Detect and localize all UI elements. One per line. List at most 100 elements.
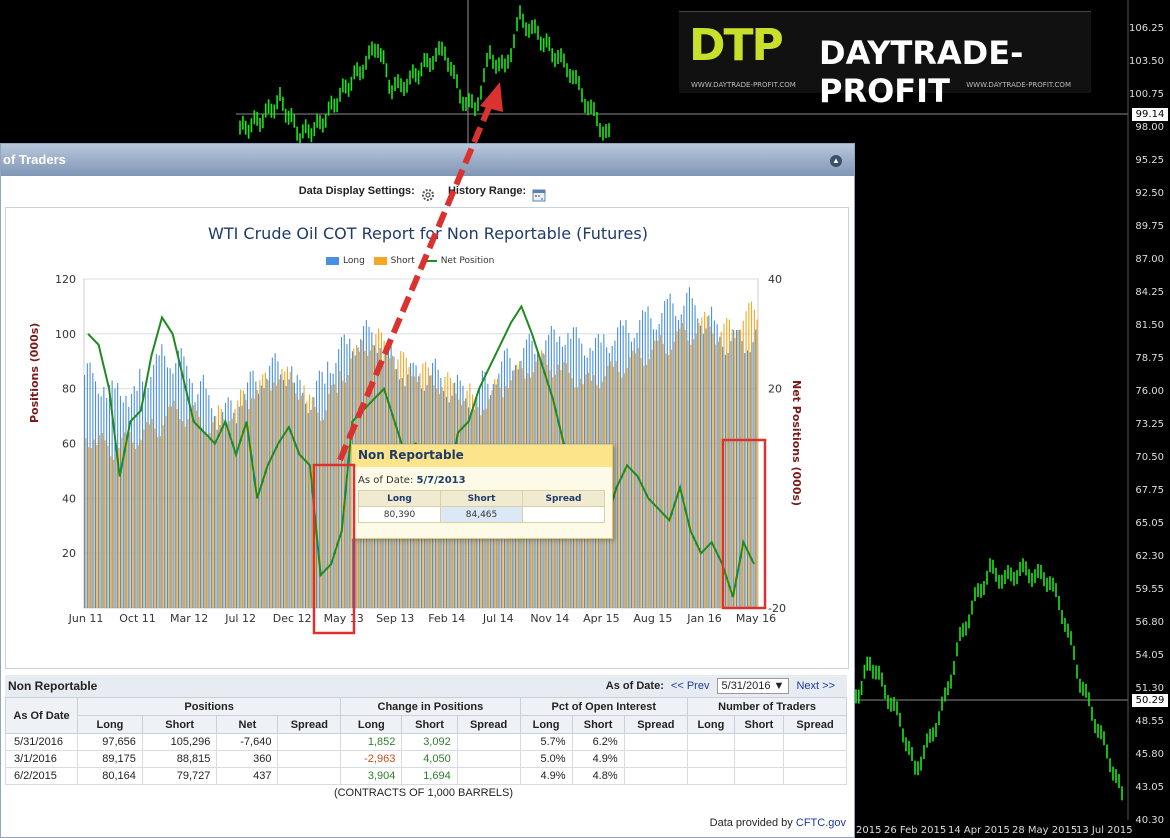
price-axis-label: 56.80 <box>1135 617 1164 628</box>
bar-short <box>146 422 148 608</box>
cot-plot: 20406080100120-202040Jun 11 Oct 11 Mar 12 J… <box>55 273 786 625</box>
tooltip-col-short: Short <box>440 490 523 507</box>
bar-long <box>708 315 710 608</box>
price-axis-label: 103.50 <box>1129 56 1164 67</box>
bar-long <box>661 313 663 608</box>
logo-url-left: WWW.DAYTRADE-PROFIT.COM <box>691 81 796 89</box>
bar-short <box>745 311 747 608</box>
bar-short <box>275 385 277 608</box>
bar-short <box>328 393 330 608</box>
bar-long <box>142 381 144 608</box>
next-link[interactable]: Next >> <box>796 680 835 692</box>
col-tr-short: Short <box>733 715 785 734</box>
price-tag: 50.29 <box>1132 694 1168 707</box>
bar-short <box>132 442 134 608</box>
bar-short <box>659 335 661 608</box>
bar-long <box>636 332 638 608</box>
bar-short <box>267 380 269 608</box>
tooltip-title: Non Reportable <box>352 445 612 467</box>
date-select[interactable]: 5/31/2016 ▼ <box>716 678 790 694</box>
bar-short <box>728 319 730 608</box>
price-candles-lower <box>855 558 1123 801</box>
bar-long <box>271 357 273 608</box>
bar-long <box>161 344 163 608</box>
bar-short <box>662 343 664 608</box>
settings-label: Data Display Settings: <box>298 185 415 197</box>
bar-long <box>200 381 202 608</box>
y-tick-label: 40 <box>62 492 76 505</box>
bar-short <box>115 453 117 608</box>
bar-long <box>324 383 326 608</box>
bar-short <box>126 437 128 608</box>
bar-short <box>270 390 272 608</box>
provided-source-link[interactable]: CFTC.gov <box>796 817 846 829</box>
gear-icon[interactable] <box>421 184 435 202</box>
bar-long <box>702 333 704 608</box>
calendar-icon[interactable] <box>532 184 546 202</box>
cell-ch-long: -2,963 <box>340 750 403 768</box>
y-right-tick-label: 20 <box>768 383 782 396</box>
date-select-value: 5/31/2016 <box>721 680 771 692</box>
bar-long <box>260 385 262 608</box>
bar-short <box>673 341 675 608</box>
prev-link[interactable]: << Prev <box>671 680 710 692</box>
col-pos-long: Long <box>77 715 143 734</box>
bar-long <box>194 402 196 608</box>
date-axis-label: 13 Jul 2015 <box>1076 825 1133 836</box>
bar-long <box>128 407 130 608</box>
bar-long <box>335 362 337 608</box>
bar-short <box>201 427 203 608</box>
provided-label: Data provided by <box>709 817 793 829</box>
tooltip-date-label: As of Date: <box>358 475 414 486</box>
x-tick-label: Jan 16 <box>686 612 721 625</box>
bar-short <box>182 421 184 608</box>
cell-tr-spread <box>783 767 847 785</box>
cell-pct-long: 5.0% <box>519 750 573 768</box>
price-axis-label: 100.75 <box>1129 89 1164 100</box>
bar-long <box>744 353 746 608</box>
bar-long <box>224 402 226 608</box>
bar-short <box>278 379 280 608</box>
bar-long <box>175 363 177 608</box>
cell-tr-long <box>687 733 735 751</box>
bar-long <box>644 311 646 608</box>
bar-short <box>107 445 109 608</box>
bar-long <box>269 365 271 608</box>
bar-long <box>316 380 318 608</box>
table-row: 5/31/2016 97,656 105,296 -7,640 1,852 3,092 5.… <box>5 733 847 751</box>
bar-short <box>665 353 667 608</box>
bar-short <box>165 416 167 608</box>
tooltip-short-value: 84,465 <box>440 506 523 523</box>
x-tick-label: Jul 12 <box>224 612 256 625</box>
bar-short <box>306 401 308 608</box>
bar-long <box>666 299 668 608</box>
collapse-icon[interactable]: ▲ <box>830 155 842 167</box>
cell-spread <box>277 750 342 768</box>
y-tick-label: 60 <box>62 438 76 451</box>
bar-long <box>639 320 641 608</box>
cell-pct-short: 6.2% <box>571 733 625 751</box>
bar-long <box>119 396 121 608</box>
bar-long <box>202 375 204 608</box>
bar-short <box>212 422 214 608</box>
bar-short <box>623 373 625 608</box>
bar-long <box>285 385 287 608</box>
bar-long <box>125 396 127 608</box>
x-tick-label: May 16 <box>736 612 776 625</box>
bar-short <box>712 333 714 608</box>
bar-short <box>187 419 189 608</box>
date-axis-label: 28 May 2015 <box>1012 825 1078 836</box>
price-axis-label: 40.30 <box>1135 815 1164 826</box>
bar-long <box>716 324 718 608</box>
y-tick-label: 80 <box>62 383 76 396</box>
table-title: Non Reportable <box>8 679 98 693</box>
bar-long <box>122 402 124 608</box>
tooltip-date: 5/7/2013 <box>416 475 466 486</box>
x-tick-label: Jun 11 <box>68 612 104 625</box>
bar-short <box>704 311 706 608</box>
history-label: History Range: <box>447 185 527 197</box>
bar-short <box>626 367 628 608</box>
bar-long <box>164 355 166 608</box>
x-tick-label: Nov 14 <box>530 612 569 625</box>
bar-long <box>628 333 630 608</box>
